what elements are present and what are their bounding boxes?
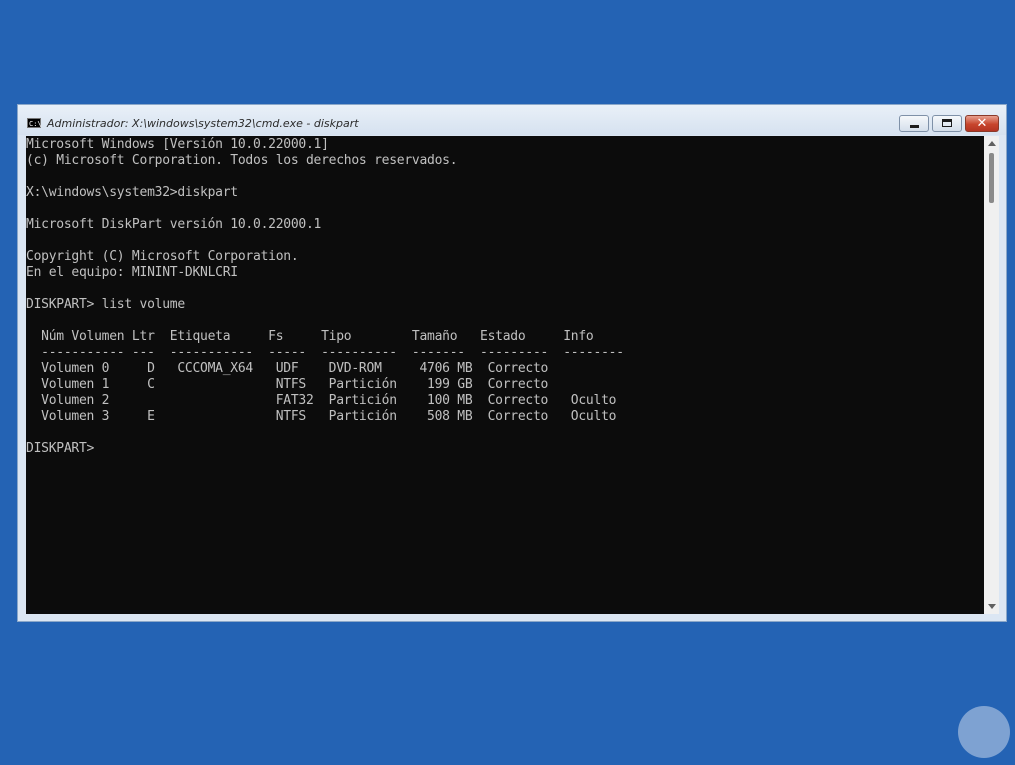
console-line: Copyright (C) Microsoft Corporation. xyxy=(26,249,299,264)
console-line: Volumen 2 FAT32 Partición 100 MB Correct… xyxy=(26,393,617,408)
close-icon: ✕ xyxy=(976,116,988,131)
console-line: Microsoft DiskPart versión 10.0.22000.1 xyxy=(26,217,322,232)
cmd-icon[interactable]: C:\ xyxy=(27,118,42,128)
minimize-icon xyxy=(910,125,919,128)
title-bar[interactable]: C:\ Administrador: X:\windows\system32\c… xyxy=(18,105,1006,135)
console-line: Volumen 3 E NTFS Partición 508 MB Correc… xyxy=(26,409,617,424)
vertical-scrollbar[interactable] xyxy=(984,136,999,614)
scroll-up-icon[interactable] xyxy=(988,141,996,146)
console-output: Microsoft Windows [Versión 10.0.22000.1]… xyxy=(26,136,984,457)
console-line: Volumen 0 D CCCOMA_X64 UDF DVD-ROM 4706 … xyxy=(26,361,549,376)
watermark-logo xyxy=(958,706,1010,758)
console-line: En el equipo: MININT-DKNLCRI xyxy=(26,265,238,280)
scrollbar-thumb[interactable] xyxy=(989,153,994,203)
maximize-icon xyxy=(942,119,952,127)
close-button[interactable]: ✕ xyxy=(965,115,999,132)
minimize-button[interactable] xyxy=(899,115,929,132)
console-line: ----------- --- ----------- ----- ------… xyxy=(26,345,624,360)
console-line: Volumen 1 C NTFS Partición 199 GB Correc… xyxy=(26,377,549,392)
console-line: X:\windows\system32>diskpart xyxy=(26,185,238,200)
console-output-area[interactable]: Microsoft Windows [Versión 10.0.22000.1]… xyxy=(26,136,984,614)
console-line: (c) Microsoft Corporation. Todos los der… xyxy=(26,153,458,168)
console-line: DISKPART> list volume xyxy=(26,297,185,312)
console-line: DISKPART> xyxy=(26,441,95,456)
cmd-window: C:\ Administrador: X:\windows\system32\c… xyxy=(17,104,1007,622)
window-title: Administrador: X:\windows\system32\cmd.e… xyxy=(47,117,359,130)
maximize-button[interactable] xyxy=(932,115,962,132)
console-line: Microsoft Windows [Versión 10.0.22000.1] xyxy=(26,137,329,152)
scroll-down-icon[interactable] xyxy=(988,604,996,609)
console-line: Núm Volumen Ltr Etiqueta Fs Tipo Tamaño … xyxy=(26,329,594,344)
